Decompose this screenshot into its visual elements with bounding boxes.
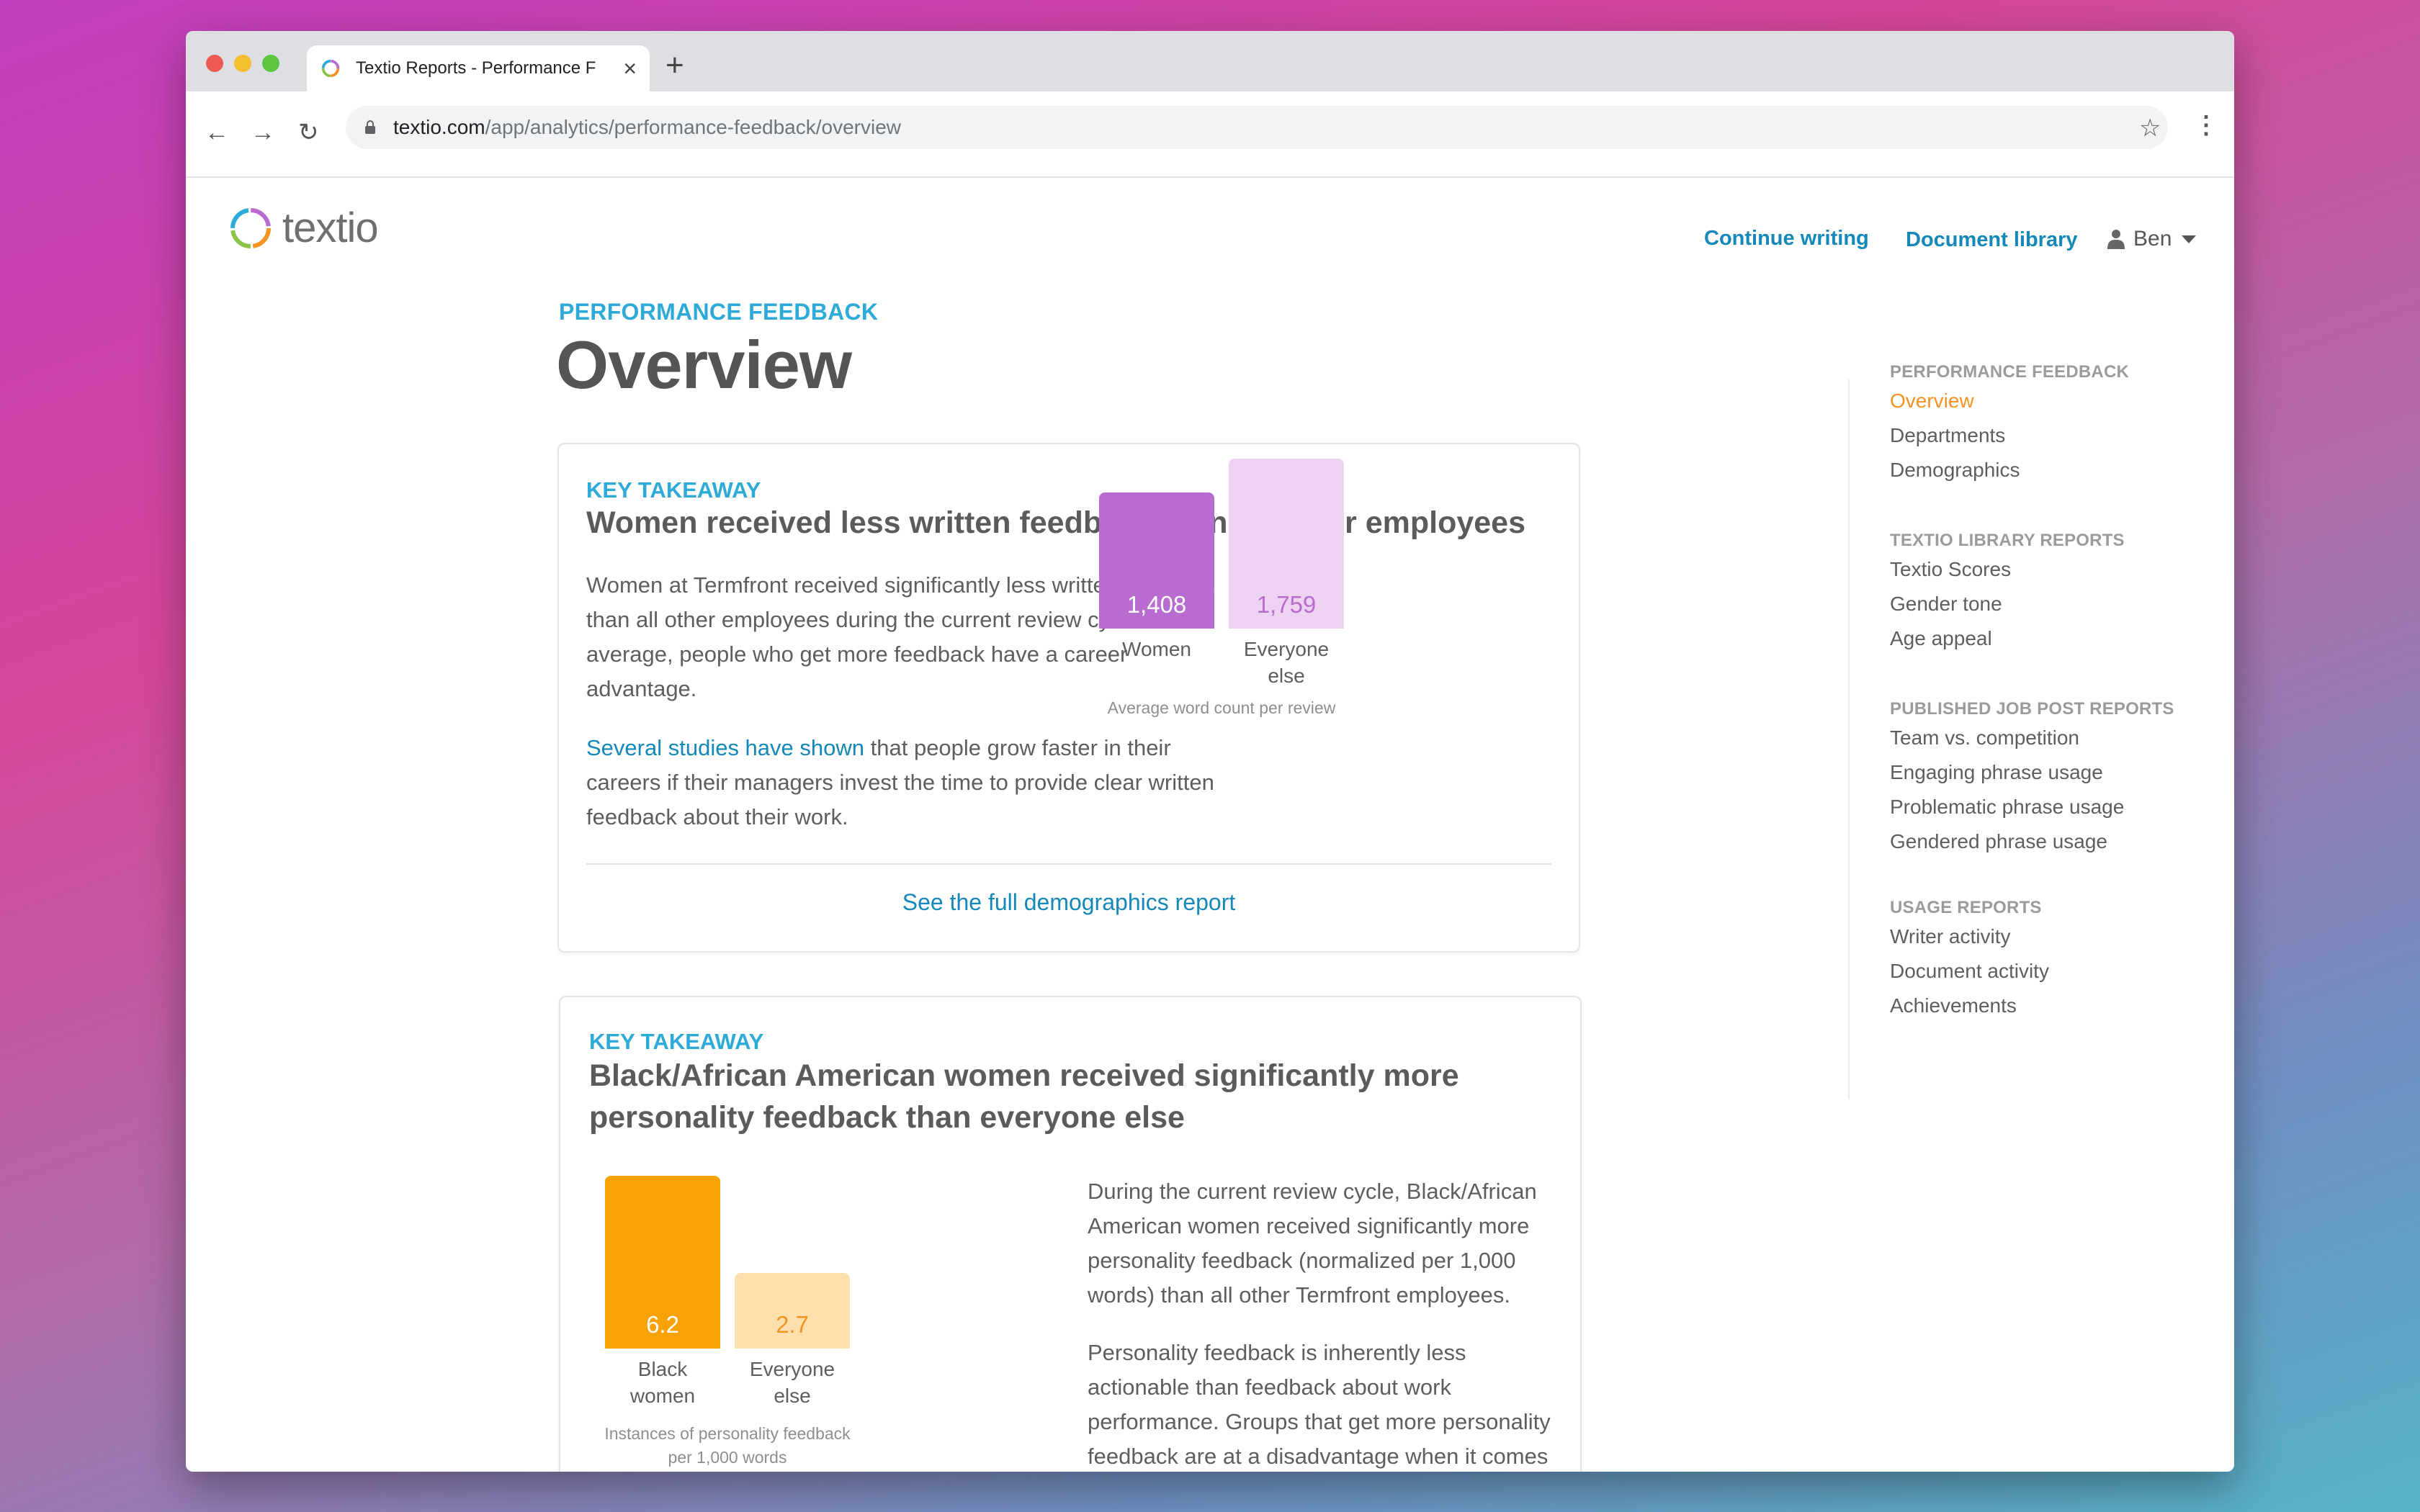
side-nav-section-title: PERFORMANCE FEEDBACK (1890, 362, 2130, 382)
url-path: /app/analytics/performance-feedback/over… (485, 116, 902, 138)
user-name: Ben (2133, 227, 2172, 251)
browser-toolbar: ← → ↻ textio.com/app/analytics/performan… (186, 91, 2234, 178)
bar-value-label: 6.2 (646, 1311, 679, 1338)
chevron-down-icon (2182, 235, 2197, 243)
bar-category-label-line: Everyone (1243, 638, 1330, 660)
document-library-link[interactable]: Document library (1906, 228, 2078, 252)
side-nav-section-title: PUBLISHED JOB POST REPORTS (1890, 699, 2174, 719)
bookmark-star-icon[interactable]: ☆ (2139, 116, 2161, 140)
side-nav-item-departments[interactable]: Departments (1890, 424, 2005, 447)
user-icon (2107, 230, 2125, 249)
tab-title: Textio Reports - Performance F (356, 58, 596, 78)
bar-value-label: 2.7 (776, 1311, 809, 1338)
textio-logo[interactable]: textio (228, 204, 379, 252)
user-menu[interactable]: Ben (2107, 227, 2197, 251)
lock-icon (365, 120, 375, 134)
reload-icon[interactable]: ↻ (298, 120, 319, 145)
chart-bar: 1,408 (1099, 492, 1214, 629)
bar-value-label: 1,759 (1256, 591, 1317, 618)
page-title: Overview (556, 327, 852, 402)
chart-caption-line: Average word count per review (1107, 698, 1336, 717)
new-tab-icon[interactable]: + (666, 50, 684, 81)
textio-favicon-icon (321, 59, 340, 78)
side-nav-item-textio-scores[interactable]: Textio Scores (1890, 558, 2011, 581)
bar-category-label-line: women (629, 1385, 696, 1407)
url-host: textio.com (393, 116, 485, 138)
browser-tab[interactable]: Textio Reports - Performance F × (307, 45, 650, 91)
back-arrow-icon[interactable]: ← (205, 120, 229, 145)
bar-category-label-line: Black (637, 1358, 688, 1380)
chart-caption-line: per 1,000 words (668, 1448, 787, 1467)
bar-category-label: Black women (591, 1356, 735, 1409)
full-demographics-report-link[interactable]: See the full demographics report (559, 889, 1579, 916)
textio-ring-icon (230, 207, 271, 248)
bar-category-label-line: else (1268, 665, 1305, 687)
bar-category-label-line: Women (1122, 638, 1191, 660)
bar-category-label-line: Everyone (749, 1358, 835, 1380)
address-bar[interactable]: textio.com/app/analytics/performance-fee… (346, 106, 2168, 149)
browser-menu-icon[interactable]: ⋮ (2194, 113, 2218, 138)
browser-window: Textio Reports - Performance F × + ← → ↻… (186, 31, 2234, 1472)
side-nav-item-gendered-phrase-usage[interactable]: Gendered phrase usage (1890, 830, 2107, 853)
side-nav-item-writer-activity[interactable]: Writer activity (1890, 925, 2011, 948)
continue-writing-link[interactable]: Continue writing (1704, 227, 1869, 251)
side-nav-item-age-appeal[interactable]: Age appeal (1890, 627, 1992, 650)
page-eyebrow: PERFORMANCE FEEDBACK (559, 299, 879, 325)
tab-bar: Textio Reports - Performance F × + (186, 31, 2234, 91)
minimize-window-button[interactable] (234, 55, 251, 72)
key-takeaway-card-1: KEY TAKEAWAY Women received less written… (557, 443, 1580, 953)
personality-feedback-chart: 6.2 Black women 2.7 Everyone else Instances of… (560, 997, 1580, 1472)
chart-caption: Instances of personality feedback per 1,0… (562, 1422, 893, 1470)
key-takeaway-card-2: KEY TAKEAWAY Black/African American wome… (559, 996, 1582, 1472)
side-nav-item-team-vs-competition[interactable]: Team vs. competition (1890, 726, 2079, 750)
side-nav-item-overview[interactable]: Overview (1890, 390, 1974, 413)
card-divider (586, 863, 1551, 865)
side-nav-item-demographics[interactable]: Demographics (1890, 459, 2020, 482)
bar-category-label: Women (1085, 636, 1229, 662)
side-nav-section-title: USAGE REPORTS (1890, 898, 2042, 917)
bar-category-label: Everyone else (720, 1356, 864, 1409)
close-tab-icon[interactable]: × (623, 57, 637, 80)
forward-arrow-icon[interactable]: → (251, 120, 275, 145)
chart-caption-line: Instances of personality feedback (604, 1424, 851, 1443)
bar-value-label: 1,408 (1126, 591, 1187, 618)
side-nav-item-achievements[interactable]: Achievements (1890, 994, 2017, 1017)
chart-bar: 6.2 (605, 1176, 720, 1349)
close-window-button[interactable] (206, 55, 223, 72)
logo-wordmark: textio (282, 204, 379, 251)
report-side-nav: PERFORMANCE FEEDBACK Overview Departments D… (1848, 362, 2208, 1099)
side-nav-item-engaging-phrase-usage[interactable]: Engaging phrase usage (1890, 761, 2103, 784)
side-nav-item-gender-tone[interactable]: Gender tone (1890, 593, 2002, 616)
chart-bar: 1,759 (1229, 459, 1344, 629)
chart-bar: 2.7 (735, 1273, 850, 1349)
page-content: textio Continue writing Document library… (186, 178, 2234, 1472)
word-count-chart: 1,408 Women 1,759 Everyone else Average word … (559, 444, 1579, 951)
chart-caption: Average word count per review (1056, 696, 1387, 720)
side-nav-section-title: TEXTIO LIBRARY REPORTS (1890, 531, 2125, 550)
side-nav-item-document-activity[interactable]: Document activity (1890, 960, 2049, 983)
maximize-window-button[interactable] (262, 55, 279, 72)
bar-category-label: Everyone else (1214, 636, 1358, 689)
bar-category-label-line: else (774, 1385, 811, 1407)
side-nav-item-problematic-phrase-usage[interactable]: Problematic phrase usage (1890, 796, 2124, 819)
